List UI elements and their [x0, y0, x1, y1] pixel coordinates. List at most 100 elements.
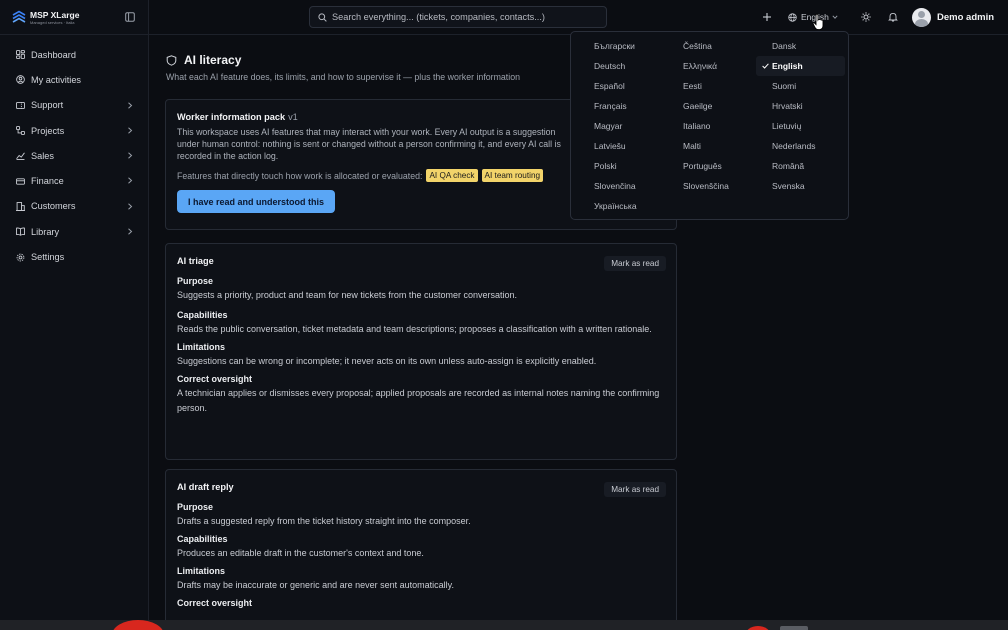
- language-option[interactable]: Gaeilge: [667, 96, 756, 116]
- language-option[interactable]: Português: [667, 156, 756, 176]
- language-option[interactable]: Suomi: [756, 76, 845, 96]
- language-option[interactable]: Polski: [578, 156, 667, 176]
- sidebar-item-my-activities[interactable]: My activities: [0, 67, 149, 92]
- user-menu[interactable]: Demo admin: [912, 7, 994, 27]
- language-menu: Български Čeština Dansk Deutsch Ελληνικά Engl…: [570, 31, 849, 220]
- mark-as-read-button[interactable]: Mark as read: [604, 256, 666, 271]
- search-box[interactable]: [309, 6, 607, 28]
- language-option-label: Eesti: [683, 81, 702, 91]
- capabilities-text: Reads the public conversation, ticket me…: [177, 324, 652, 334]
- customers-icon: [16, 202, 25, 211]
- sidebar-item-label: Settings: [31, 252, 65, 263]
- feature-card-ai-triage: AI triage Mark as read Purpose Suggests …: [165, 243, 677, 460]
- sidebar-item-support[interactable]: Support: [0, 93, 149, 118]
- language-option[interactable]: Latviešu: [578, 136, 667, 156]
- language-option-label: Italiano: [683, 121, 711, 131]
- language-option-label: Español: [594, 81, 625, 91]
- sidebar-item-customers[interactable]: Customers: [0, 194, 149, 219]
- finance-icon: [16, 177, 25, 185]
- chevron-right-icon: [128, 228, 133, 235]
- language-option-label: Suomi: [772, 81, 797, 91]
- purpose-label: Purpose: [177, 502, 214, 512]
- capabilities-label: Capabilities: [177, 534, 228, 544]
- sidebar-item-settings[interactable]: Settings: [0, 244, 149, 269]
- purpose-text: Drafts a suggested reply from the ticket…: [177, 516, 471, 526]
- dashboard-icon: [16, 50, 25, 60]
- plus-icon[interactable]: [762, 12, 772, 22]
- brand-logo-icon: [12, 10, 26, 23]
- language-option[interactable]: Svenska: [756, 176, 845, 196]
- feature-card-ai-draft-reply: AI draft reply Mark as read Purpose Draf…: [165, 469, 677, 630]
- feature-tag: AI team routing: [481, 169, 544, 182]
- book-icon: [16, 227, 25, 237]
- language-option-label: Gaeilge: [683, 101, 713, 111]
- purpose-label: Purpose: [177, 276, 214, 286]
- page-subtitle: What each AI feature does, its limits, a…: [166, 72, 520, 82]
- language-option-label: Malti: [683, 141, 701, 151]
- language-option-label: English: [772, 61, 803, 71]
- feature-title: AI triage: [177, 256, 214, 266]
- language-option-label: Čeština: [683, 41, 712, 51]
- limitations-text: Suggestions can be wrong or incomplete; …: [177, 356, 597, 366]
- language-option-label: Български: [594, 41, 635, 51]
- language-option[interactable]: Lietuvių: [756, 116, 845, 136]
- language-option[interactable]: Eesti: [667, 76, 756, 96]
- sidebar-collapse-icon[interactable]: [125, 12, 135, 22]
- language-option[interactable]: Ελληνικά: [667, 56, 756, 76]
- language-option-label: Magyar: [594, 121, 623, 131]
- language-option[interactable]: Slovenčina: [578, 176, 667, 196]
- oversight-text: A technician applies or dismisses every …: [177, 388, 660, 413]
- sidebar-item-dashboard[interactable]: Dashboard: [0, 42, 149, 67]
- sidebar-item-sales[interactable]: Sales: [0, 143, 149, 168]
- projects-icon: [16, 126, 25, 135]
- chevron-down-icon: [832, 15, 838, 19]
- language-option-label: Latviešu: [594, 141, 626, 151]
- language-grid: Български Čeština Dansk Deutsch Ελληνικά Engl…: [578, 36, 848, 216]
- sidebar-item-projects[interactable]: Projects: [0, 118, 149, 143]
- language-option[interactable]: Malti: [667, 136, 756, 156]
- sidebar-divider: [0, 34, 149, 35]
- language-option[interactable]: Deutsch: [578, 56, 667, 76]
- features-label: Features that directly touch how work is…: [177, 170, 423, 181]
- mark-as-read-button[interactable]: Mark as read: [604, 482, 666, 497]
- search-input[interactable]: [332, 12, 592, 22]
- purpose-text: Suggests a priority, product and team fo…: [177, 290, 517, 300]
- language-option[interactable]: Hrvatski: [756, 96, 845, 116]
- language-option[interactable]: Українська: [578, 196, 667, 216]
- chevron-right-icon: [128, 152, 133, 159]
- oversight-label: Correct oversight: [177, 598, 253, 608]
- language-option-label: Dansk: [772, 41, 797, 51]
- language-option[interactable]: English: [756, 56, 845, 76]
- language-option[interactable]: Čeština: [667, 36, 756, 56]
- language-option-label: Slovenčina: [594, 181, 636, 191]
- language-option-label: Română: [772, 161, 805, 171]
- language-option[interactable]: Български: [578, 36, 667, 56]
- sidebar-item-label: Dashboard: [31, 49, 76, 60]
- language-option[interactable]: Nederlands: [756, 136, 845, 156]
- feature-title: AI draft reply: [177, 482, 234, 492]
- sidebar-item-label: Library: [31, 226, 60, 237]
- acknowledge-button[interactable]: I have read and understood this: [177, 190, 336, 213]
- brand-name: MSP XLarge: [30, 10, 80, 20]
- topbar: English Demo admin: [149, 0, 1008, 35]
- limitations-label: Limitations: [177, 342, 226, 352]
- limitations-label: Limitations: [177, 566, 226, 576]
- gear-icon: [16, 253, 25, 261]
- sidebar-item-library[interactable]: Library: [0, 219, 149, 244]
- sidebar-item-finance[interactable]: Finance: [0, 168, 149, 193]
- language-option[interactable]: Dansk: [756, 36, 845, 56]
- bell-icon[interactable]: [888, 12, 898, 22]
- sidebar-item-label: Sales: [31, 150, 54, 161]
- language-option[interactable]: Français: [578, 96, 667, 116]
- brand[interactable]: MSP XLarge Managed services · Italia: [12, 9, 137, 26]
- capabilities-text: Produces an editable draft in the custom…: [177, 548, 424, 558]
- search-icon: [318, 12, 327, 22]
- sun-icon[interactable]: [861, 12, 871, 22]
- language-option[interactable]: Italiano: [667, 116, 756, 136]
- language-option[interactable]: Español: [578, 76, 667, 96]
- page-title: AI literacy: [166, 53, 520, 67]
- language-option[interactable]: Română: [756, 156, 845, 176]
- language-option-label: Ελληνικά: [683, 61, 718, 71]
- language-option[interactable]: Magyar: [578, 116, 667, 136]
- language-option[interactable]: Slovenščina: [667, 176, 756, 196]
